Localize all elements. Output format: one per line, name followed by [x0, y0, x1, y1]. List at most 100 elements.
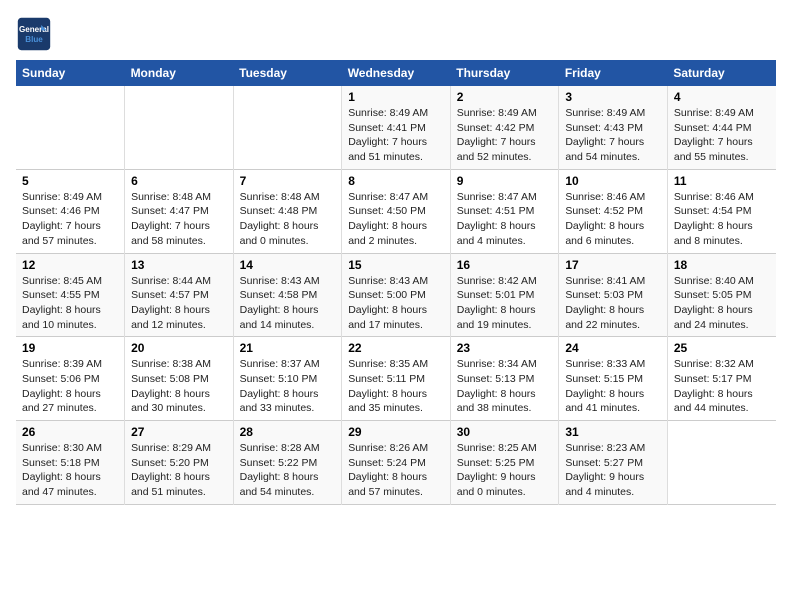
calendar-cell: 23 Sunrise: 8:34 AM Sunset: 5:13 PM Dayli… — [450, 337, 559, 421]
day-number: 12 — [22, 258, 118, 272]
calendar-cell: 9 Sunrise: 8:47 AM Sunset: 4:51 PM Daylig… — [450, 169, 559, 253]
calendar-cell: 16 Sunrise: 8:42 AM Sunset: 5:01 PM Dayli… — [450, 253, 559, 337]
calendar-cell: 13 Sunrise: 8:44 AM Sunset: 4:57 PM Dayli… — [125, 253, 234, 337]
day-content: Sunrise: 8:49 AM Sunset: 4:42 PM Dayligh… — [457, 106, 553, 165]
day-number: 17 — [565, 258, 661, 272]
calendar-header-row: SundayMondayTuesdayWednesdayThursdayFrid… — [16, 60, 776, 86]
day-content: Sunrise: 8:33 AM Sunset: 5:15 PM Dayligh… — [565, 357, 661, 416]
day-content: Sunrise: 8:41 AM Sunset: 5:03 PM Dayligh… — [565, 274, 661, 333]
calendar-cell: 10 Sunrise: 8:46 AM Sunset: 4:52 PM Dayli… — [559, 169, 668, 253]
page-header: General Blue — [16, 16, 776, 52]
calendar-cell: 4 Sunrise: 8:49 AM Sunset: 4:44 PM Daylig… — [667, 86, 776, 169]
day-number: 8 — [348, 174, 444, 188]
day-header-wednesday: Wednesday — [342, 60, 451, 86]
day-content: Sunrise: 8:43 AM Sunset: 4:58 PM Dayligh… — [240, 274, 336, 333]
svg-text:Blue: Blue — [25, 35, 43, 44]
day-number: 28 — [240, 425, 336, 439]
calendar-cell — [233, 86, 342, 169]
day-number: 11 — [674, 174, 770, 188]
day-content: Sunrise: 8:44 AM Sunset: 4:57 PM Dayligh… — [131, 274, 227, 333]
calendar-week-row: 12Sunrise: 8:45 AM Sunset: 4:55 PM Dayli… — [16, 253, 776, 337]
calendar-week-row: 26Sunrise: 8:30 AM Sunset: 5:18 PM Dayli… — [16, 421, 776, 505]
day-content: Sunrise: 8:26 AM Sunset: 5:24 PM Dayligh… — [348, 441, 444, 500]
logo-icon: General Blue — [16, 16, 52, 52]
day-content: Sunrise: 8:32 AM Sunset: 5:17 PM Dayligh… — [674, 357, 770, 416]
day-header-monday: Monday — [125, 60, 234, 86]
day-content: Sunrise: 8:38 AM Sunset: 5:08 PM Dayligh… — [131, 357, 227, 416]
day-number: 27 — [131, 425, 227, 439]
day-content: Sunrise: 8:28 AM Sunset: 5:22 PM Dayligh… — [240, 441, 336, 500]
calendar-cell — [16, 86, 125, 169]
calendar-week-row: 19 Sunrise: 8:39 AM Sunset: 5:06 PM Dayli… — [16, 337, 776, 421]
calendar-cell: 31 Sunrise: 8:23 AM Sunset: 5:27 PM Dayli… — [559, 421, 668, 505]
logo: General Blue — [16, 16, 56, 52]
day-content: Sunrise: 8:49 AM Sunset: 4:44 PM Dayligh… — [674, 106, 770, 165]
day-content: Sunrise: 8:46 AM Sunset: 4:52 PM Dayligh… — [565, 190, 661, 249]
calendar-cell: 19 Sunrise: 8:39 AM Sunset: 5:06 PM Dayli… — [16, 337, 125, 421]
calendar-cell: 25Sunrise: 8:32 AM Sunset: 5:17 PM Dayli… — [667, 337, 776, 421]
day-header-sunday: Sunday — [16, 60, 125, 86]
day-number: 13 — [131, 258, 227, 272]
day-content: Sunrise: 8:43 AM Sunset: 5:00 PM Dayligh… — [348, 274, 444, 333]
calendar-week-row: 1Sunrise: 8:49 AM Sunset: 4:41 PM Daylig… — [16, 86, 776, 169]
day-content: Sunrise: 8:48 AM Sunset: 4:48 PM Dayligh… — [240, 190, 336, 249]
day-number: 3 — [565, 90, 661, 104]
day-content: Sunrise: 8:34 AM Sunset: 5:13 PM Dayligh… — [457, 357, 553, 416]
calendar-cell — [125, 86, 234, 169]
day-content: Sunrise: 8:49 AM Sunset: 4:46 PM Dayligh… — [22, 190, 118, 249]
calendar-cell: 12Sunrise: 8:45 AM Sunset: 4:55 PM Dayli… — [16, 253, 125, 337]
day-number: 19 — [22, 341, 118, 355]
day-content: Sunrise: 8:42 AM Sunset: 5:01 PM Dayligh… — [457, 274, 553, 333]
day-number: 14 — [240, 258, 336, 272]
day-content: Sunrise: 8:35 AM Sunset: 5:11 PM Dayligh… — [348, 357, 444, 416]
calendar-table: SundayMondayTuesdayWednesdayThursdayFrid… — [16, 60, 776, 505]
day-number: 4 — [674, 90, 770, 104]
calendar-cell: 20Sunrise: 8:38 AM Sunset: 5:08 PM Dayli… — [125, 337, 234, 421]
calendar-cell: 21Sunrise: 8:37 AM Sunset: 5:10 PM Dayli… — [233, 337, 342, 421]
day-number: 23 — [457, 341, 553, 355]
day-number: 6 — [131, 174, 227, 188]
day-number: 15 — [348, 258, 444, 272]
day-content: Sunrise: 8:40 AM Sunset: 5:05 PM Dayligh… — [674, 274, 770, 333]
day-header-friday: Friday — [559, 60, 668, 86]
day-number: 18 — [674, 258, 770, 272]
day-content: Sunrise: 8:49 AM Sunset: 4:43 PM Dayligh… — [565, 106, 661, 165]
day-number: 2 — [457, 90, 553, 104]
day-number: 21 — [240, 341, 336, 355]
calendar-cell: 7 Sunrise: 8:48 AM Sunset: 4:48 PM Daylig… — [233, 169, 342, 253]
day-content: Sunrise: 8:39 AM Sunset: 5:06 PM Dayligh… — [22, 357, 118, 416]
calendar-week-row: 5 Sunrise: 8:49 AM Sunset: 4:46 PM Daylig… — [16, 169, 776, 253]
day-number: 22 — [348, 341, 444, 355]
calendar-cell: 29 Sunrise: 8:26 AM Sunset: 5:24 PM Dayli… — [342, 421, 451, 505]
calendar-cell: 18 Sunrise: 8:40 AM Sunset: 5:05 PM Dayli… — [667, 253, 776, 337]
calendar-cell: 15 Sunrise: 8:43 AM Sunset: 5:00 PM Dayli… — [342, 253, 451, 337]
calendar-cell: 27 Sunrise: 8:29 AM Sunset: 5:20 PM Dayli… — [125, 421, 234, 505]
day-content: Sunrise: 8:25 AM Sunset: 5:25 PM Dayligh… — [457, 441, 553, 500]
day-number: 1 — [348, 90, 444, 104]
day-content: Sunrise: 8:47 AM Sunset: 4:51 PM Dayligh… — [457, 190, 553, 249]
day-content: Sunrise: 8:47 AM Sunset: 4:50 PM Dayligh… — [348, 190, 444, 249]
day-number: 9 — [457, 174, 553, 188]
calendar-cell: 1Sunrise: 8:49 AM Sunset: 4:41 PM Daylig… — [342, 86, 451, 169]
calendar-cell: 5 Sunrise: 8:49 AM Sunset: 4:46 PM Daylig… — [16, 169, 125, 253]
day-header-thursday: Thursday — [450, 60, 559, 86]
calendar-cell: 22 Sunrise: 8:35 AM Sunset: 5:11 PM Dayli… — [342, 337, 451, 421]
day-number: 10 — [565, 174, 661, 188]
calendar-cell: 17 Sunrise: 8:41 AM Sunset: 5:03 PM Dayli… — [559, 253, 668, 337]
calendar-cell: 11Sunrise: 8:46 AM Sunset: 4:54 PM Dayli… — [667, 169, 776, 253]
day-number: 24 — [565, 341, 661, 355]
calendar-cell — [667, 421, 776, 505]
day-content: Sunrise: 8:29 AM Sunset: 5:20 PM Dayligh… — [131, 441, 227, 500]
day-number: 16 — [457, 258, 553, 272]
day-number: 7 — [240, 174, 336, 188]
day-number: 29 — [348, 425, 444, 439]
calendar-cell: 28 Sunrise: 8:28 AM Sunset: 5:22 PM Dayli… — [233, 421, 342, 505]
day-header-saturday: Saturday — [667, 60, 776, 86]
day-number: 5 — [22, 174, 118, 188]
day-number: 26 — [22, 425, 118, 439]
day-content: Sunrise: 8:23 AM Sunset: 5:27 PM Dayligh… — [565, 441, 661, 500]
calendar-cell: 8 Sunrise: 8:47 AM Sunset: 4:50 PM Daylig… — [342, 169, 451, 253]
day-number: 31 — [565, 425, 661, 439]
day-header-tuesday: Tuesday — [233, 60, 342, 86]
day-content: Sunrise: 8:48 AM Sunset: 4:47 PM Dayligh… — [131, 190, 227, 249]
